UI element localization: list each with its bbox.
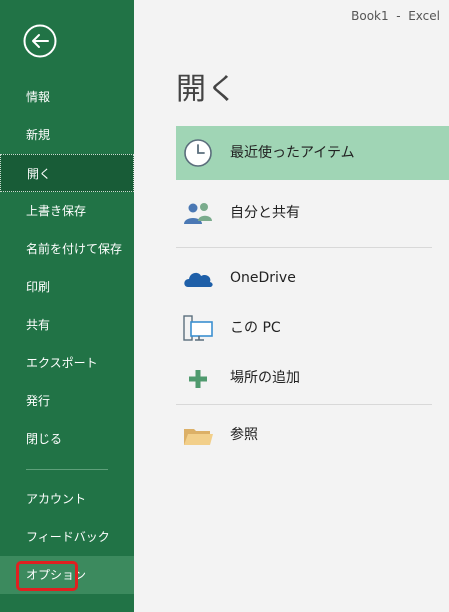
page-title: 開く — [176, 72, 238, 107]
nav-item-account[interactable]: アカウント — [0, 480, 134, 518]
nav-item-open[interactable]: 開く — [0, 154, 134, 192]
add-plus-icon — [189, 370, 207, 388]
location-label: 自分と共有 — [230, 205, 300, 221]
location-onedrive[interactable]: OneDrive — [176, 251, 449, 305]
sidebar-divider — [26, 469, 108, 470]
options-highlight-box — [16, 561, 78, 591]
nav-item-share[interactable]: 共有 — [0, 306, 134, 344]
nav-item-feedback[interactable]: フィードバック — [0, 518, 134, 556]
location-add-place[interactable]: 場所の追加 — [176, 351, 449, 405]
location-label: 参照 — [230, 427, 258, 443]
clock-icon — [184, 139, 212, 167]
nav-item-close[interactable]: 閉じる — [0, 420, 134, 458]
location-recent[interactable]: 最近使ったアイテム — [176, 126, 449, 180]
location-browse[interactable]: 参照 — [176, 408, 449, 462]
location-label: この PC — [230, 320, 281, 336]
back-arrow-icon[interactable] — [23, 24, 57, 58]
nav-item-save-as[interactable]: 名前を付けて保存 — [0, 230, 134, 268]
location-label: 場所の追加 — [230, 370, 300, 386]
onedrive-cloud-icon — [184, 272, 213, 287]
backstage-sidebar: 情報 新規 開く 上書き保存 名前を付けて保存 印刷 共有 エクスポート 発行 … — [0, 0, 134, 612]
nav-item-info[interactable]: 情報 — [0, 78, 134, 116]
section-divider — [176, 247, 432, 248]
folder-icon — [184, 429, 213, 445]
computer-icon — [183, 315, 213, 341]
nav-item-new[interactable]: 新規 — [0, 116, 134, 154]
location-label: 最近使ったアイテム — [230, 145, 355, 161]
nav-item-export[interactable]: エクスポート — [0, 344, 134, 382]
shared-people-icon — [184, 203, 212, 224]
window-title: Book1 - Excel — [351, 9, 440, 23]
section-divider — [176, 404, 432, 405]
location-this-pc[interactable]: この PC — [176, 301, 449, 355]
location-shared-with-me[interactable]: 自分と共有 — [176, 186, 449, 240]
nav-item-publish[interactable]: 発行 — [0, 382, 134, 420]
nav-item-print[interactable]: 印刷 — [0, 268, 134, 306]
location-label: OneDrive — [230, 270, 296, 286]
nav-item-save[interactable]: 上書き保存 — [0, 192, 134, 230]
